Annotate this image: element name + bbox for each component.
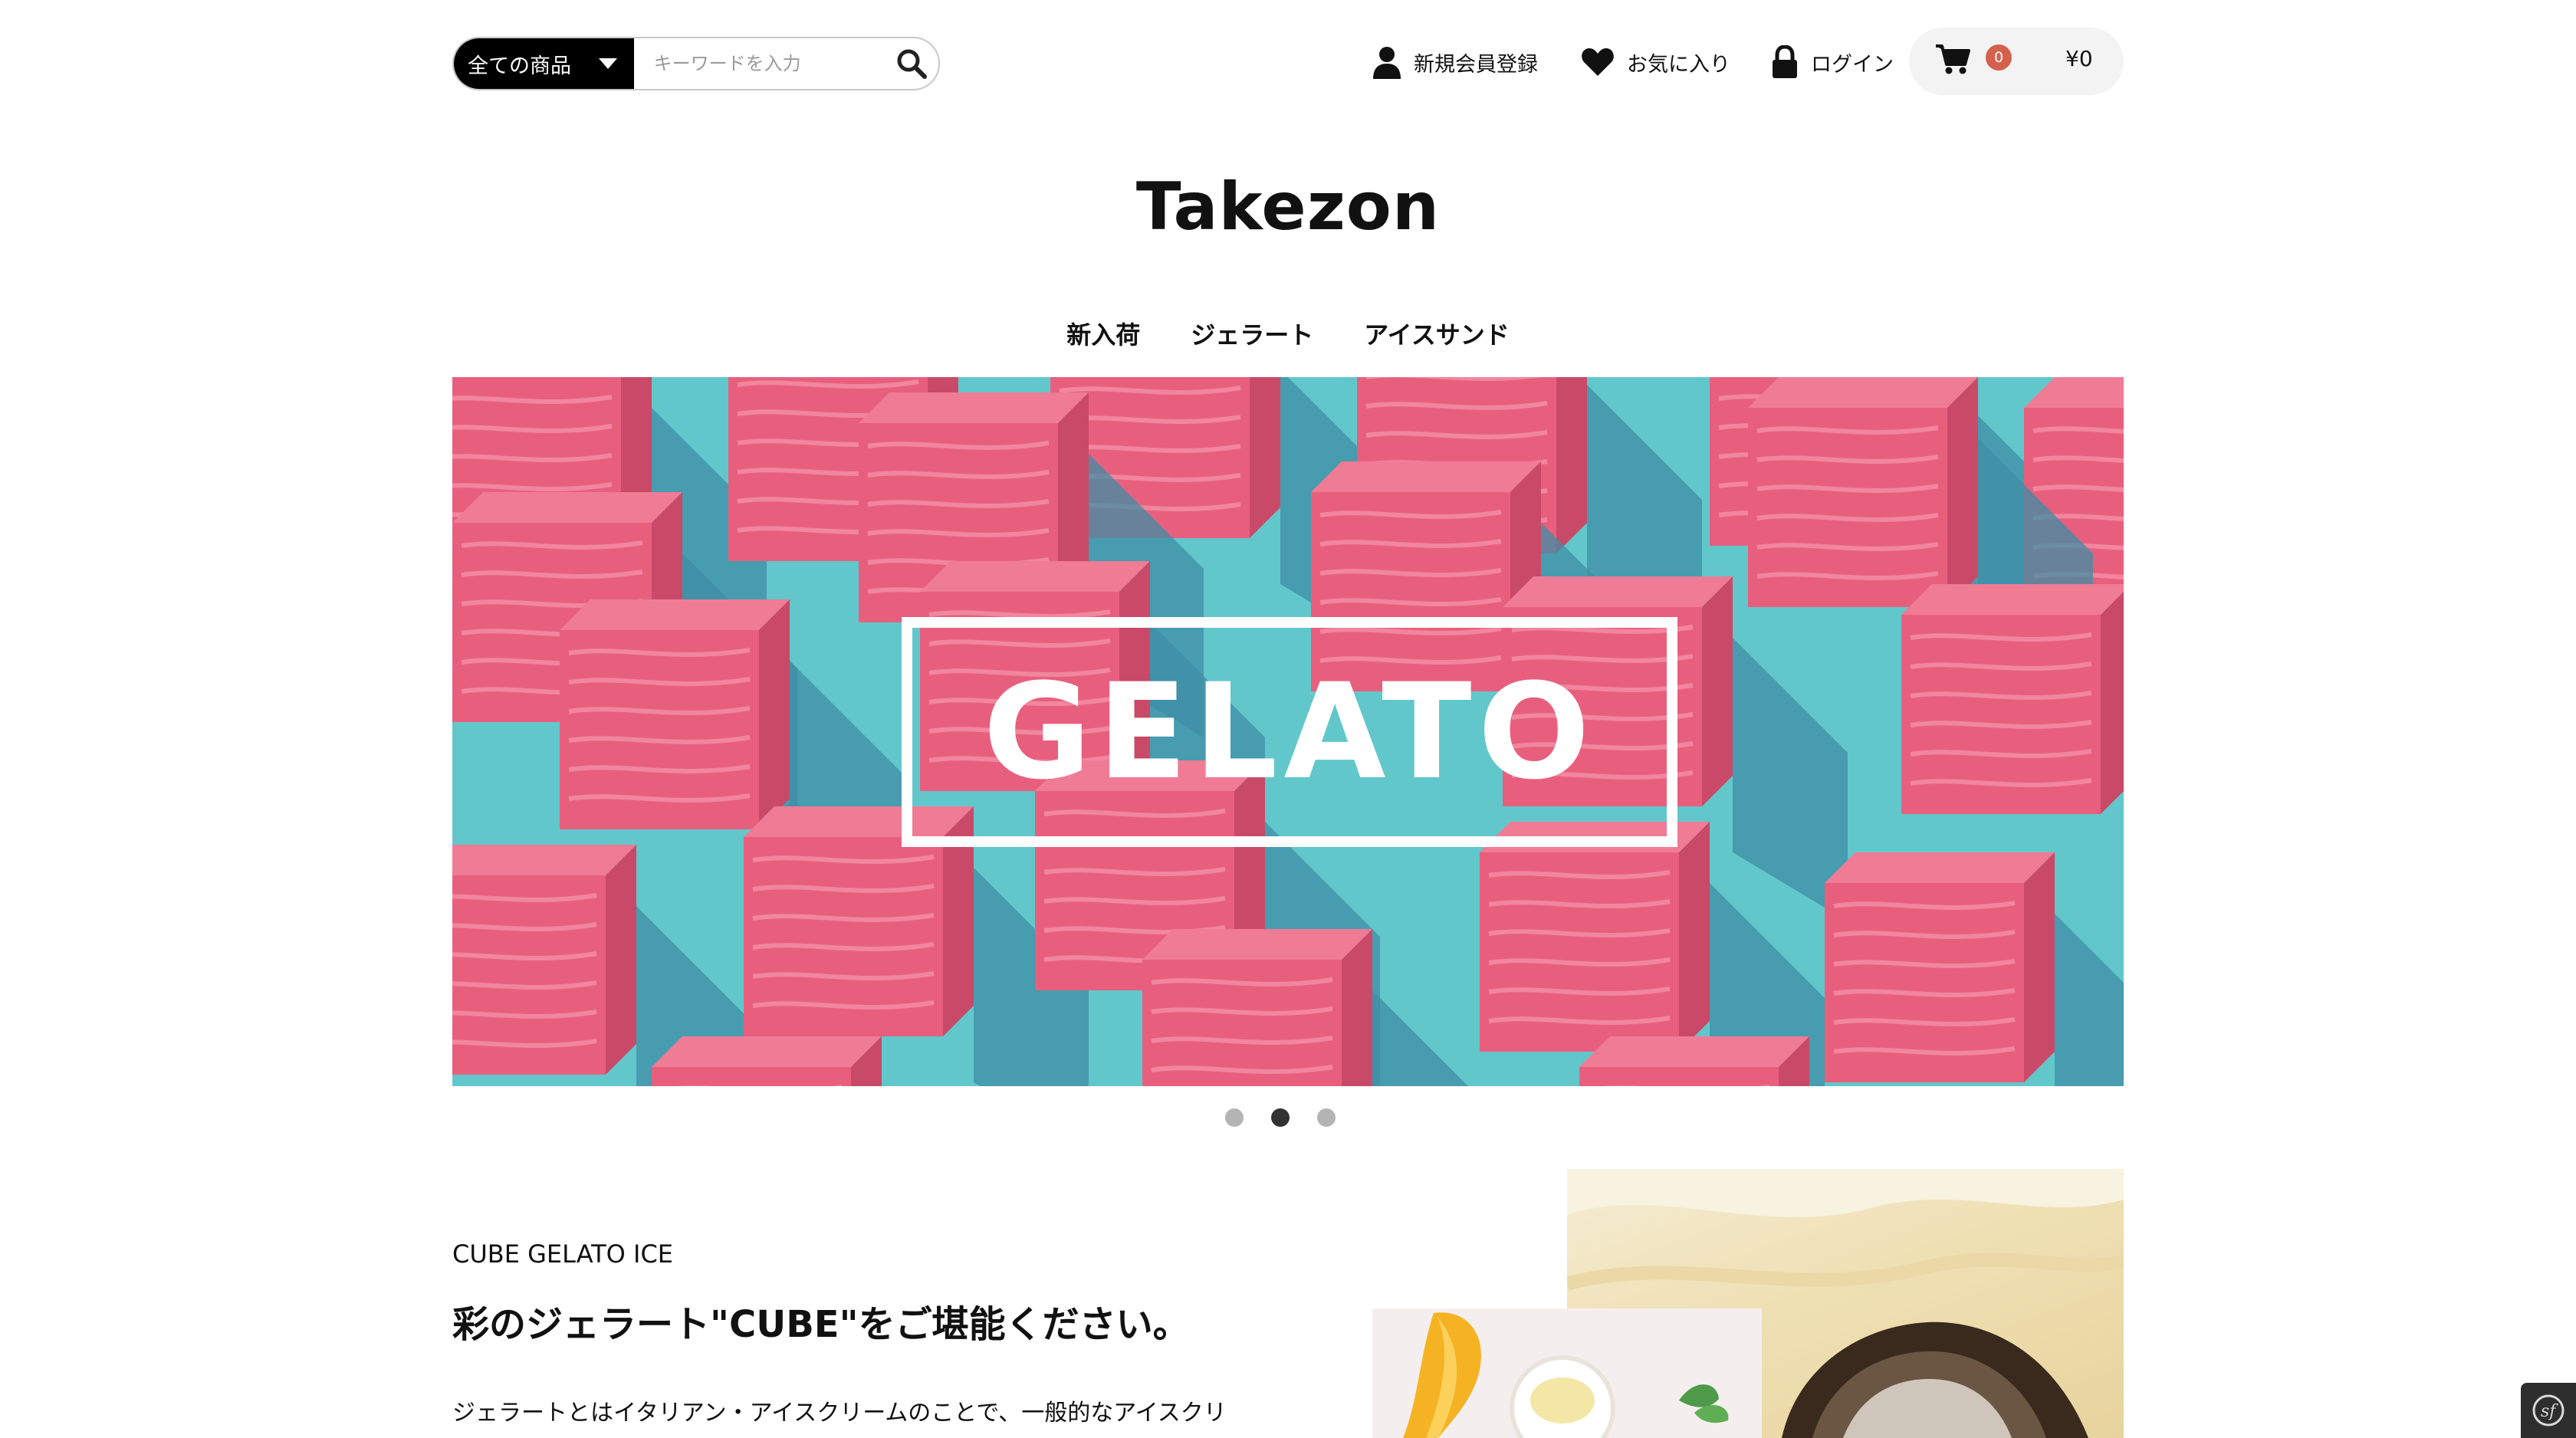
slider-dot-3[interactable] bbox=[1317, 1108, 1336, 1127]
slider-dots bbox=[1225, 1108, 1336, 1127]
svg-text:sf: sf bbox=[2541, 1402, 2558, 1421]
page: 全ての商品 新規会員登録 お気に入り bbox=[0, 0, 2576, 1438]
hero-slide[interactable]: GELATO bbox=[452, 377, 2124, 1086]
slider-dot-1[interactable] bbox=[1225, 1108, 1244, 1127]
hero-text-frame: GELATO bbox=[902, 617, 1677, 847]
search-icon bbox=[897, 49, 928, 79]
login-label: ログイン bbox=[1811, 52, 1894, 77]
cart-count-badge: 0 bbox=[1986, 44, 2012, 71]
gelato-cube bbox=[1825, 852, 2124, 1086]
category-link-ice-sandwich[interactable]: アイスサンド bbox=[1364, 316, 1509, 351]
category-link-new-arrivals[interactable]: 新入荷 bbox=[1066, 316, 1140, 351]
symfony-debug-icon[interactable]: sf bbox=[2521, 1383, 2576, 1438]
feature-eyebrow: CUBE GELATO ICE bbox=[452, 1239, 673, 1269]
favorites-link[interactable]: お気に入り bbox=[1581, 43, 1730, 81]
search-input[interactable] bbox=[633, 38, 886, 89]
mango-gelato-image bbox=[1372, 1308, 1762, 1438]
site-logo[interactable]: Takezon bbox=[0, 169, 2576, 245]
favorites-label: お気に入り bbox=[1627, 52, 1730, 77]
search-bar: 全ての商品 bbox=[452, 37, 940, 90]
user-icon bbox=[1372, 45, 1401, 79]
category-link-gelato[interactable]: ジェラート bbox=[1191, 316, 1313, 351]
caret-down-icon bbox=[598, 58, 617, 69]
feature-title: 彩のジェラート"CUBE"をご堪能ください。 bbox=[452, 1303, 1190, 1346]
slider-dot-2[interactable] bbox=[1271, 1108, 1290, 1127]
heart-icon bbox=[1581, 47, 1615, 77]
category-nav: 新入荷 ジェラート アイスサンド bbox=[0, 316, 2576, 351]
cart-total: ¥0 bbox=[2065, 46, 2093, 71]
feature-body: ジェラートとはイタリアン・アイスクリームのことで、一般的なアイスクリ bbox=[452, 1400, 1227, 1427]
gelato-cube bbox=[652, 1036, 882, 1086]
search-button[interactable] bbox=[886, 38, 938, 89]
category-select[interactable]: 全ての商品 bbox=[454, 38, 634, 89]
register-label: 新規会員登録 bbox=[1414, 52, 1538, 77]
cart-button[interactable]: 0 ¥0 bbox=[1909, 28, 2124, 95]
lock-icon bbox=[1771, 45, 1799, 79]
category-select-label: 全ての商品 bbox=[468, 54, 571, 78]
hero-slide-title: GELATO bbox=[983, 655, 1596, 809]
gelato-cube bbox=[1142, 929, 1468, 1086]
login-link[interactable]: ログイン bbox=[1771, 43, 1894, 81]
cart-icon bbox=[1935, 43, 1970, 78]
register-link[interactable]: 新規会員登録 bbox=[1372, 43, 1538, 81]
